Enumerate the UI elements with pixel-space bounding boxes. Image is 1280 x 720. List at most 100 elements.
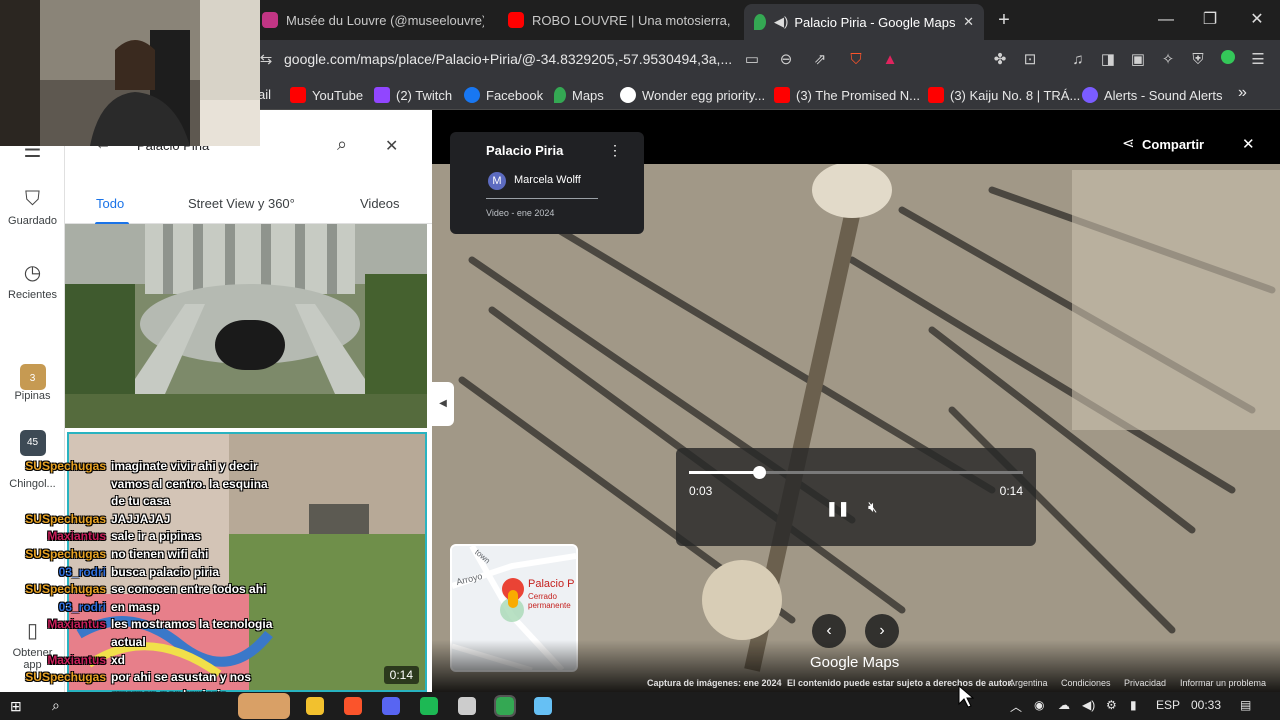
cast-icon[interactable]: ▭ [742,50,762,70]
bookmark-kaiju[interactable]: (3) Kaiju No. 8 | TRÁ... [928,87,1080,103]
zoom-icon[interactable]: ⊖ [776,50,796,70]
progress-track[interactable] [689,466,1023,479]
bookmark-maps[interactable]: Maps [554,87,604,103]
media-icon[interactable]: ♫ [1068,50,1088,70]
recent-button[interactable]: ◷ Recientes [0,260,65,301]
discord-tray-icon[interactable]: ◉ [1034,698,1044,712]
minimize-icon[interactable]: — [1154,8,1178,32]
brave-shields-icon[interactable]: ⛉ [846,50,866,70]
tab-google-maps[interactable]: ◀) Palacio Piria - Google Maps ✕ [744,4,984,40]
previous-button[interactable]: ‹ [812,614,846,648]
cloud-icon[interactable]: ☁ [1058,698,1070,712]
chrome-icon[interactable] [494,695,516,717]
terms-link[interactable]: Condiciones [1061,678,1111,688]
language-indicator[interactable]: ESP [1156,698,1180,712]
bookmark-twitch[interactable]: (2) Twitch [374,87,452,103]
capybara-widget[interactable] [238,693,290,719]
current-time: 0:03 [689,484,713,498]
bookmark-facebook[interactable]: Facebook [464,87,543,103]
recent-label: Recientes [8,289,57,301]
start-icon[interactable]: ⊞ [10,698,22,715]
bookmark-icon: ⛉ [25,188,40,210]
bookmark-promised-neverland[interactable]: (3) The Promised N... [774,87,920,103]
volume-icon[interactable]: ◀) [1082,698,1095,712]
chat-text: les mostramos la tecnologia [111,617,273,632]
saved-button[interactable]: ⛉ Guardado [0,188,65,227]
tab-all[interactable]: Todo [96,196,124,211]
extensions-icon[interactable]: ✤ [990,50,1010,70]
bookmark-youtube[interactable]: YouTube [290,87,363,103]
leo-icon[interactable]: ✧ [1158,50,1178,70]
more-options-icon[interactable]: ⋮ [608,142,622,159]
share-page-icon[interactable]: ⇗ [810,50,830,70]
chat-text: en masp [111,599,160,614]
mute-icon[interactable]: 🔇︎ [868,499,877,516]
collapse-panel-button[interactable]: ◀ [432,382,454,426]
tab-videos[interactable]: Videos [360,196,400,211]
author-name[interactable]: Marcela Wolff [514,174,581,186]
youtube-icon [508,12,524,28]
profile-icon[interactable] [1218,50,1238,70]
bookmark-sound-alerts[interactable]: Alerts - Sound Alerts [1082,87,1223,103]
bookmark-label: YouTube [312,87,364,103]
notifications-icon[interactable]: ▤ [1240,698,1251,712]
tray-overflow-icon[interactable]: ︿ [1010,698,1022,715]
steam-tray-icon[interactable]: ⚙ [1106,698,1117,712]
spotify-icon[interactable] [420,697,438,715]
steam-icon[interactable] [534,697,552,715]
author-avatar[interactable]: M [488,172,506,190]
menu-icon[interactable]: ☰ [1248,50,1268,70]
next-button[interactable]: › [865,614,899,648]
chat-message: 03_rodri en masp [18,600,160,614]
file-explorer-icon[interactable] [306,697,324,715]
privacy-link[interactable]: Privacidad [1124,678,1166,688]
pegman-icon [508,590,518,608]
search-icon[interactable]: ⌕ [337,134,347,155]
close-window-icon[interactable]: ✕ [1245,8,1269,32]
chat-username: SUSpechugas [25,670,106,685]
copyright-notice[interactable]: El contenido puede estar sujeto a derech… [787,678,1013,688]
wallet-icon[interactable]: ▣ [1128,50,1148,70]
search-taskbar-icon[interactable]: ⌕ [52,697,60,714]
recent-place-pipinas[interactable]: 3 Pipinas [0,364,65,402]
share-button[interactable]: Compartir [1142,137,1204,152]
report-problem-link[interactable]: Informar un problema [1180,678,1266,688]
share-icon[interactable]: ⋖ [1122,134,1135,152]
close-icon[interactable]: ✕ [385,136,398,156]
tab-youtube[interactable]: ROBO LOUVRE | Una motosierra, cua [508,6,730,34]
progress-handle[interactable] [753,466,767,479]
clock[interactable]: 00:33 [1191,698,1221,712]
close-viewer-icon[interactable]: ✕ [1242,135,1255,153]
new-tab-button[interactable]: + [992,8,1016,32]
photo-thumbnail[interactable] [65,224,427,428]
media-date: Video - ene 2024 [486,208,555,218]
chat-username: SUSpechugas [25,511,106,526]
restore-icon[interactable]: ❐ [1198,8,1222,32]
windows-taskbar: ⊞ ⌕ ︿ ◉ ☁ ◀) ⚙ ▮ ESP 00:33 ▤ [0,692,1280,720]
place-title[interactable]: Palacio Piria [486,143,563,158]
battery-icon[interactable]: ▮ [1130,698,1137,712]
obs-icon[interactable] [458,697,476,715]
brave-rewards-icon[interactable]: ▲ [880,50,900,70]
chat-text: por ahi se asustan y nos [111,670,252,685]
video-viewer[interactable]: ⋖ Compartir ✕ Palacio Piria ⋮ M Marcela … [432,110,1280,692]
chat-username: SUSpechugas [25,547,106,561]
audio-playing-icon[interactable]: ◀) [774,14,788,30]
chat-message: SUSpechugas por ahi se asustan y nos [18,670,251,684]
bookmark-label: (3) The Promised N... [796,87,921,103]
media-tabs: Todo Street View y 360° Videos [65,190,432,225]
bookmarks-overflow-button[interactable]: » [1238,84,1247,102]
discord-icon[interactable] [382,697,400,715]
tab-instagram[interactable]: Musée du Louvre (@museelouvre) • [262,6,484,34]
pause-icon[interactable]: ❚❚ [826,500,849,517]
region-link[interactable]: Argentina [1009,678,1048,688]
sidebar-icon[interactable]: ◨ [1098,50,1118,70]
brave-icon[interactable] [344,697,362,715]
tab-street-view[interactable]: Street View y 360° [188,196,295,211]
screenshot-icon[interactable]: ⊡ [1020,50,1040,70]
saved-label: Guardado [8,215,57,227]
vpn-icon[interactable]: ⛨ [1188,50,1208,70]
address-bar[interactable]: google.com/maps/place/Palacio+Piria/@-34… [284,51,732,67]
close-tab-icon[interactable]: ✕ [963,14,974,30]
bookmark-wonder-egg[interactable]: Wonder egg priority... [620,87,765,103]
